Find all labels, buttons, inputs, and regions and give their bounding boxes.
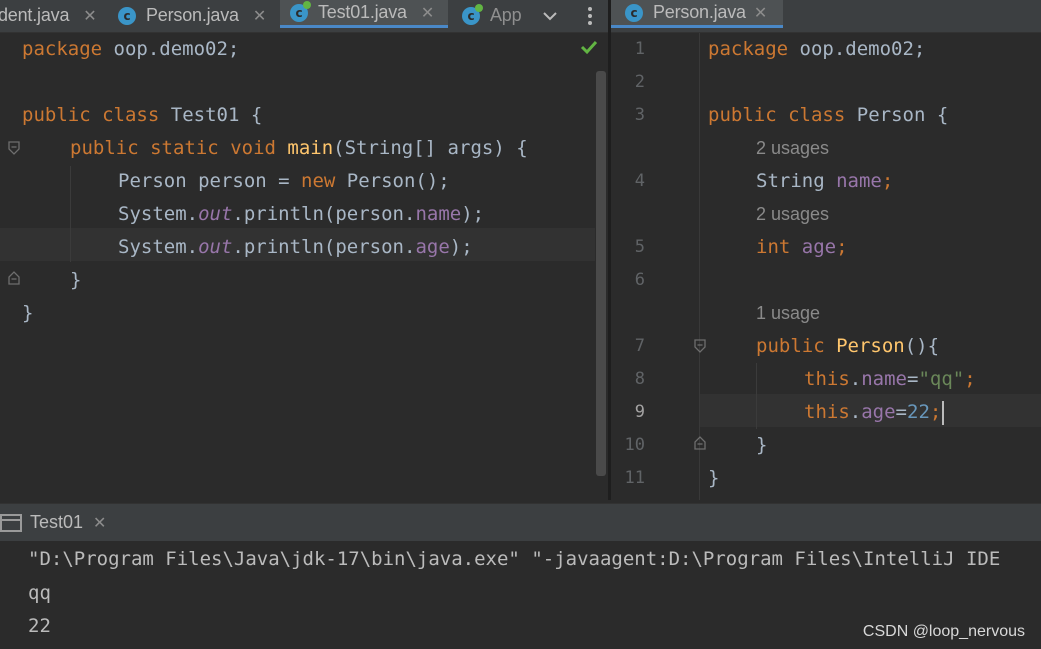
fold-marker-icon[interactable] (8, 141, 20, 155)
editor-scrollbar[interactable] (596, 71, 606, 476)
run-tab-label: Test01 (30, 512, 84, 532)
console-line: 22 (28, 615, 51, 637)
line-number: 8 (634, 369, 645, 389)
tabs-dropdown-chevron-icon[interactable] (538, 0, 562, 31)
right-editor[interactable]: 1 2 3 4 5 6 7 8 9 10 11 package oop.demo… (611, 33, 1041, 500)
indent-guide (756, 363, 757, 429)
fold-marker-icon[interactable] (8, 271, 20, 285)
right-tab-bar: c Person.java ✕ (611, 0, 1041, 33)
code-line: String name; (756, 170, 894, 192)
line-number: 7 (634, 336, 645, 356)
tab-label: Person.java (653, 2, 746, 22)
tab-label: Person.java (146, 5, 239, 25)
line-number: 2 (634, 72, 645, 92)
code-line: } (756, 434, 768, 456)
gutter-separator (699, 33, 700, 500)
code-line: } (22, 302, 34, 324)
code-line: package oop.demo02; (708, 38, 926, 60)
close-icon[interactable]: ✕ (421, 3, 434, 22)
usages-hint[interactable]: 1 usage (756, 297, 820, 330)
code-line: } (70, 269, 82, 291)
console-line: "D:\Program Files\Java\jdk-17\bin\java.e… (28, 548, 1001, 570)
code-line: int age; (756, 236, 848, 258)
run-tab-test01[interactable]: Test01 ✕ (0, 504, 106, 541)
tab-dent-java[interactable]: dent.java ✕ (0, 0, 108, 31)
text-caret (942, 400, 945, 425)
code-line: } (708, 467, 720, 489)
tab-person-java[interactable]: c Person.java ✕ (118, 0, 278, 31)
code-line: public Person(){ (756, 335, 940, 357)
usages-hint[interactable]: 2 usages (756, 198, 829, 231)
runnable-class-icon: c (290, 0, 311, 22)
class-icon: c (118, 6, 136, 25)
code-line: package oop.demo02; (22, 38, 240, 60)
line-number: 11 (624, 468, 645, 488)
line-number: 3 (634, 105, 645, 125)
inspection-ok-check-icon[interactable] (580, 39, 598, 60)
code-line: System.out.println(person.name); (118, 203, 485, 225)
usages-hint[interactable]: 2 usages (756, 132, 829, 165)
close-icon[interactable]: ✕ (93, 513, 106, 532)
code-line: public static void main(String[] args) { (70, 137, 528, 159)
tab-label: dent.java (0, 5, 70, 25)
tab-app[interactable]: c App (462, 0, 530, 31)
tab-label: Test01.java (318, 2, 407, 22)
close-icon[interactable]: ✕ (754, 3, 767, 22)
code-line: Person person = new Person(); (118, 170, 450, 192)
code-line: public class Person { (708, 104, 949, 126)
tab-person-java-right[interactable]: c Person.java ✕ (611, 0, 783, 28)
line-number: 4 (634, 171, 645, 191)
line-number: 1 (634, 39, 645, 59)
more-options-icon[interactable] (580, 0, 600, 31)
tab-test01-java[interactable]: c Test01.java ✕ (280, 0, 448, 28)
close-icon[interactable]: ✕ (253, 6, 266, 25)
line-number: 9 (634, 402, 645, 422)
code-line: System.out.println(person.age); (118, 236, 473, 258)
fold-marker-icon[interactable] (694, 436, 706, 450)
tab-label: App (490, 5, 522, 25)
line-number: 5 (634, 237, 645, 257)
fold-marker-icon[interactable] (694, 339, 706, 353)
indent-guide (70, 166, 71, 262)
watermark: CSDN @loop_nervous (862, 623, 1025, 640)
code-line: public class Test01 { (22, 104, 263, 126)
left-tab-bar: dent.java ✕ c Person.java ✕ c Test01.jav… (0, 0, 608, 33)
close-icon[interactable]: ✕ (83, 6, 96, 25)
code-line: this.name="qq"; (804, 368, 976, 390)
run-panel-header: Test01 ✕ (0, 503, 1041, 541)
line-number: 6 (634, 270, 645, 290)
class-icon: c (625, 3, 643, 22)
code-line: this.age=22; (804, 396, 945, 429)
line-number: 10 (624, 435, 645, 455)
console-window-icon (0, 513, 22, 532)
left-editor[interactable]: package oop.demo02; public class Test01 … (0, 33, 608, 500)
console-line: qq (28, 582, 51, 604)
runnable-class-icon: c (462, 3, 483, 25)
